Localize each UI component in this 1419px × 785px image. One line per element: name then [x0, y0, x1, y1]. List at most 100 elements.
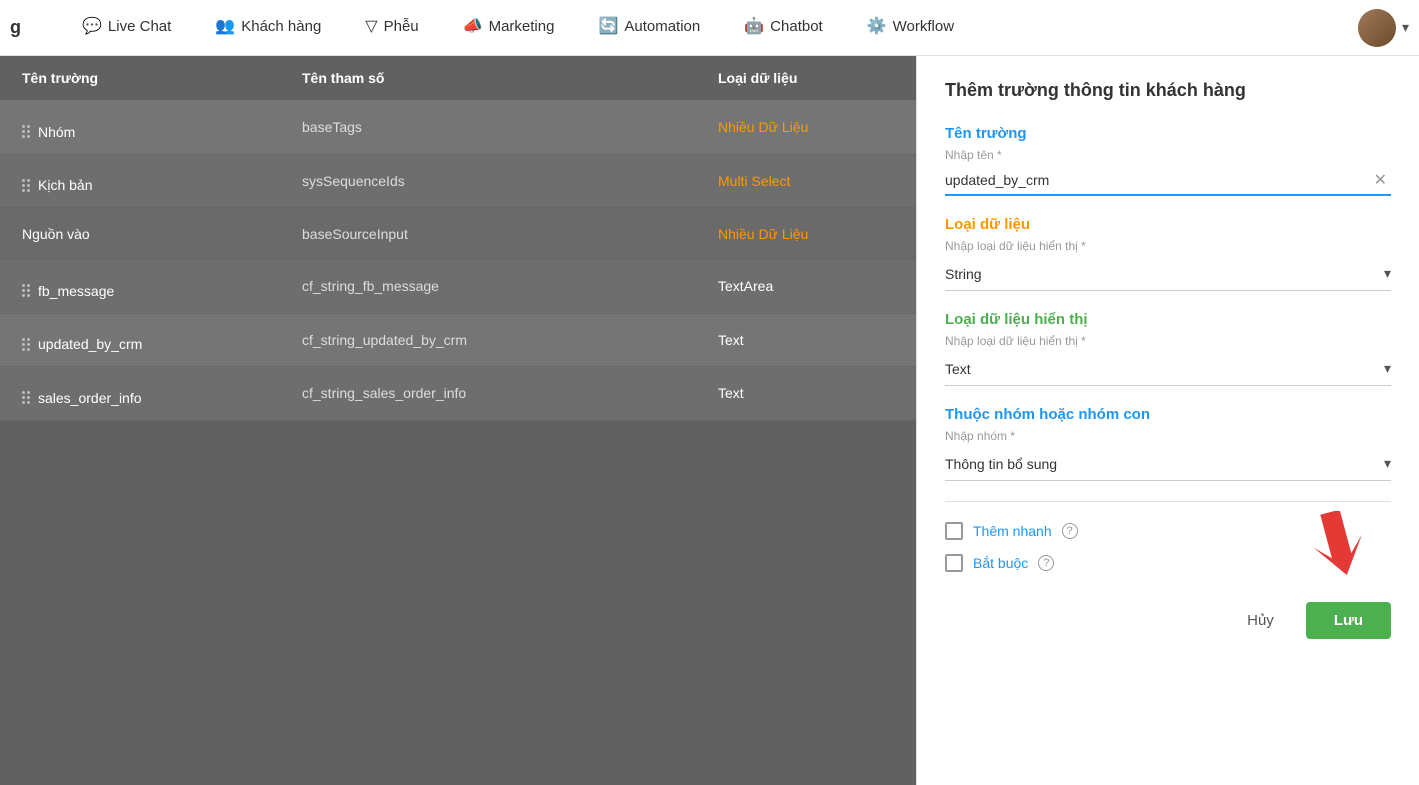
nav-live-chat[interactable]: 💬 Live Chat	[60, 0, 193, 56]
bat-buoc-checkbox[interactable]	[945, 554, 963, 572]
them-nhanh-row: Thêm nhanh ?	[945, 522, 1391, 540]
drag-handle[interactable]: Kịch bản	[22, 177, 92, 193]
ten-truong-input[interactable]	[945, 172, 1370, 188]
field-ten-truong-sublabel: Nhập tên *	[945, 148, 1391, 162]
marketing-icon: 📣	[463, 16, 483, 36]
cell-param: baseSourceInput	[290, 212, 706, 256]
field-loai-du-lieu-label: Loại dữ liệu	[945, 216, 1391, 233]
cell-param: cf_string_fb_message	[290, 264, 706, 308]
loai-du-lieu-hien-thi-value: Text	[945, 361, 1384, 377]
cell-param: cf_string_updated_by_crm	[290, 318, 706, 362]
drag-handle[interactable]: updated_by_crm	[22, 336, 142, 352]
header: g 💬 Live Chat 👥 Khách hàng ▽ Phễu 📣 Mark…	[0, 0, 1419, 56]
nav-workflow-label: Workflow	[893, 18, 954, 35]
field-ten-truong-label: Tên trường	[945, 125, 1391, 142]
panel-footer: Hủy Lưu	[945, 602, 1391, 639]
nav-marketing[interactable]: 📣 Marketing	[441, 0, 577, 56]
cell-param: baseTags	[290, 105, 706, 149]
field-nhom-sublabel: Nhập nhóm *	[945, 429, 1391, 443]
loai-du-lieu-select[interactable]: String ▾	[945, 257, 1391, 291]
bat-buoc-row: Bắt buộc ?	[945, 554, 1391, 572]
drag-handle[interactable]: Nhóm	[22, 124, 75, 140]
drag-handle[interactable]: fb_message	[22, 283, 114, 299]
nav-chatbot[interactable]: 🤖 Chatbot	[722, 0, 844, 56]
cell-type: Nhiều Dữ Liệu	[706, 212, 906, 256]
drag-dots-icon[interactable]	[22, 179, 30, 192]
loai-du-lieu-value: String	[945, 266, 1384, 282]
logo: g	[10, 17, 40, 38]
field-loai-du-lieu-sublabel: Nhập loại dữ liệu hiển thị *	[945, 239, 1391, 253]
drag-dots-icon[interactable]	[22, 284, 30, 297]
cell-param: sysSequenceIds	[290, 159, 706, 203]
nav-automation[interactable]: 🔄 Automation	[576, 0, 722, 56]
table-row: Kịch bản sysSequenceIds Multi Select	[0, 155, 916, 209]
pheu-icon: ▽	[365, 16, 377, 36]
field-loai-du-lieu-hien-thi-sublabel: Nhập loại dữ liệu hiển thị *	[945, 334, 1391, 348]
cell-name: Kịch bản	[10, 155, 290, 208]
header-right: ▾	[1358, 9, 1409, 47]
them-nhanh-checkbox[interactable]	[945, 522, 963, 540]
table-row: fb_message cf_string_fb_message TextArea	[0, 260, 916, 314]
drag-dots-icon[interactable]	[22, 125, 30, 138]
cell-name: sales_order_info	[10, 367, 290, 420]
cell-type: TextArea	[706, 264, 906, 308]
nhom-select[interactable]: Thông tin bổ sung ▾	[945, 447, 1391, 481]
nav-khach-hang-label: Khách hàng	[241, 18, 321, 35]
cell-type: Text	[706, 318, 906, 362]
avatar-image	[1358, 9, 1396, 47]
table-row: updated_by_crm cf_string_updated_by_crm …	[0, 314, 916, 368]
bat-buoc-label: Bắt buộc	[973, 555, 1028, 571]
field-nhom: Thuộc nhóm hoặc nhóm con Nhập nhóm * Thô…	[945, 406, 1391, 481]
nhom-arrow-icon: ▾	[1384, 455, 1391, 472]
field-nhom-label: Thuộc nhóm hoặc nhóm con	[945, 406, 1391, 423]
nav-automation-label: Automation	[624, 18, 700, 35]
loai-du-lieu-hien-thi-select[interactable]: Text ▾	[945, 352, 1391, 386]
them-nhanh-help-icon[interactable]: ?	[1062, 523, 1078, 539]
nav-pheu[interactable]: ▽ Phễu	[343, 0, 440, 56]
nav-chatbot-label: Chatbot	[770, 18, 823, 35]
panel-title: Thêm trường thông tin khách hàng	[945, 80, 1391, 101]
field-ten-truong: Tên trường Nhập tên * ✕	[945, 125, 1391, 196]
save-button[interactable]: Lưu	[1306, 602, 1391, 639]
workflow-icon: ⚙️	[867, 16, 887, 36]
table-side: Tên trường Tên tham số Loại dữ liệu Nhóm…	[0, 56, 916, 785]
nav-marketing-label: Marketing	[489, 18, 555, 35]
loai-du-lieu-arrow-icon: ▾	[1384, 265, 1391, 282]
nav-khach-hang[interactable]: 👥 Khách hàng	[193, 0, 343, 56]
cell-type: Text	[706, 371, 906, 415]
cell-param: cf_string_sales_order_info	[290, 371, 706, 415]
avatar[interactable]	[1358, 9, 1396, 47]
clear-icon[interactable]: ✕	[1370, 170, 1391, 190]
live-chat-icon: 💬	[82, 16, 102, 36]
chatbot-icon: 🤖	[744, 16, 764, 36]
col-header-type: Loại dữ liệu	[706, 56, 906, 100]
cancel-button[interactable]: Hủy	[1231, 604, 1290, 637]
field-loai-du-lieu: Loại dữ liệu Nhập loại dữ liệu hiển thị …	[945, 216, 1391, 291]
panel-side: Thêm trường thông tin khách hàng Tên trư…	[916, 56, 1419, 785]
nhom-value: Thông tin bổ sung	[945, 456, 1384, 472]
bat-buoc-help-icon[interactable]: ?	[1038, 555, 1054, 571]
nav-pheu-label: Phễu	[384, 18, 419, 35]
nav-workflow[interactable]: ⚙️ Workflow	[845, 0, 976, 56]
cell-type: Nhiều Dữ Liệu	[706, 105, 906, 149]
divider	[945, 501, 1391, 502]
drag-dots-icon[interactable]	[22, 338, 30, 351]
table-header: Tên trường Tên tham số Loại dữ liệu	[0, 56, 916, 101]
them-nhanh-label: Thêm nhanh	[973, 523, 1052, 539]
drag-dots-icon[interactable]	[22, 391, 30, 404]
col-header-name: Tên trường	[10, 56, 290, 100]
nav-live-chat-label: Live Chat	[108, 18, 171, 35]
drag-handle[interactable]: sales_order_info	[22, 390, 142, 406]
table-row: Nhóm baseTags Nhiều Dữ Liệu	[0, 101, 916, 155]
cell-name: updated_by_crm	[10, 314, 290, 367]
automation-icon: 🔄	[598, 16, 618, 36]
cell-name: Nguồn vào	[10, 212, 290, 256]
field-loai-du-lieu-hien-thi-label: Loại dữ liệu hiển thị	[945, 311, 1391, 328]
nav: 💬 Live Chat 👥 Khách hàng ▽ Phễu 📣 Market…	[60, 0, 1358, 56]
cell-name: Nhóm	[10, 101, 290, 154]
field-ten-truong-input-wrapper: ✕	[945, 166, 1391, 196]
table-row: Nguồn vào baseSourceInput Nhiều Dữ Liệu	[0, 208, 916, 260]
field-loai-du-lieu-hien-thi: Loại dữ liệu hiển thị Nhập loại dữ liệu …	[945, 311, 1391, 386]
col-header-param: Tên tham số	[290, 56, 706, 100]
chevron-down-icon[interactable]: ▾	[1402, 19, 1409, 36]
